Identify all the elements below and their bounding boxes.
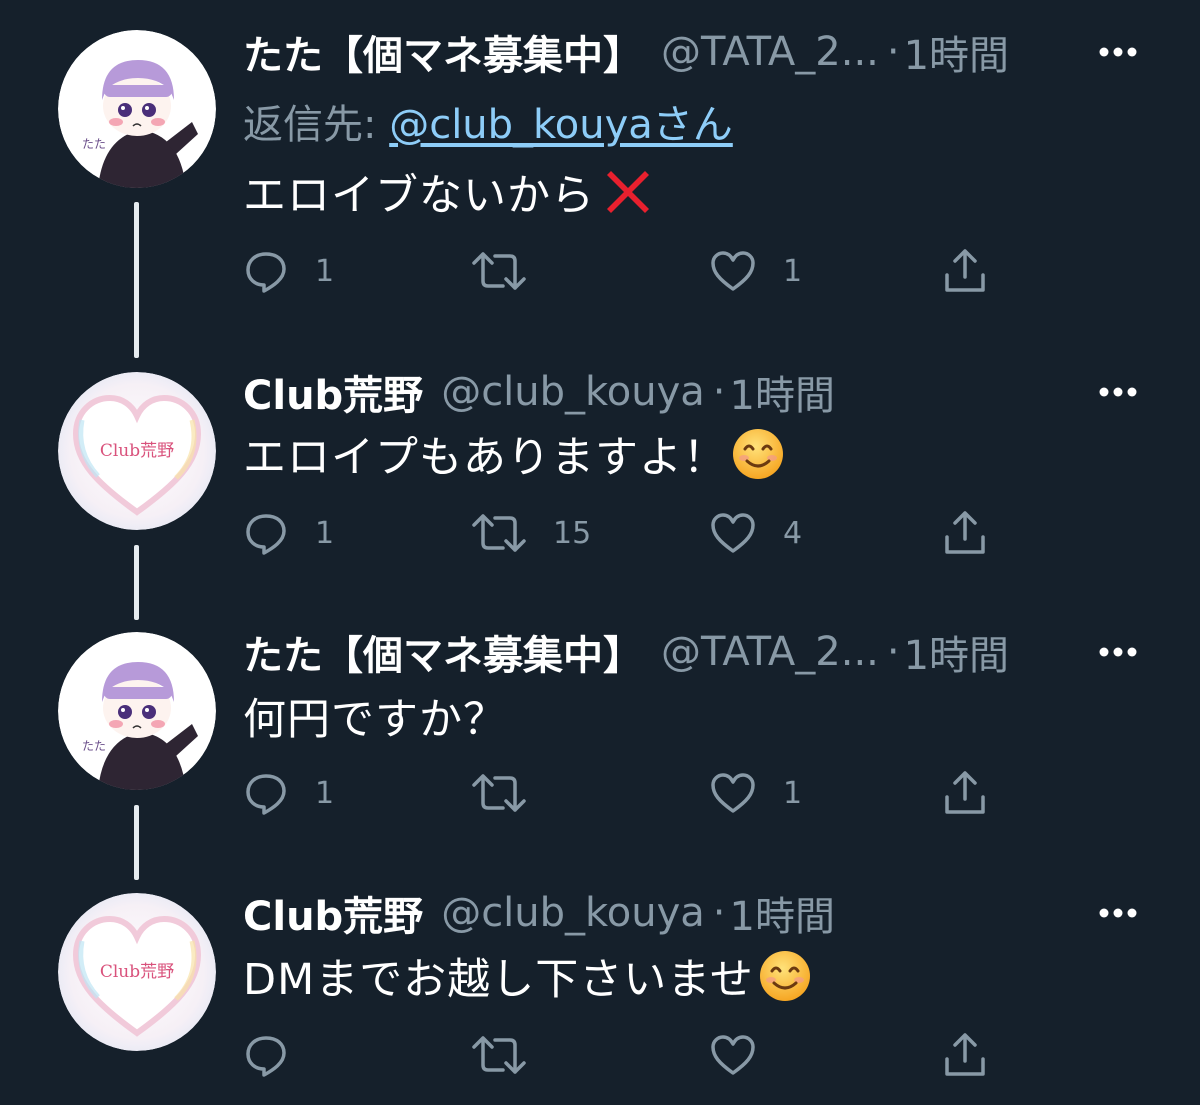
retweet-button[interactable]	[471, 1030, 553, 1080]
share-icon	[945, 1033, 985, 1076]
tweet-text: DMまでお越し下さいませ	[243, 944, 812, 1008]
tweet-actions	[243, 1030, 1003, 1080]
tweet[interactable]: Club荒野 Club荒野 @club_kouya · 1時間 DMまでお越し下…	[0, 0, 1200, 1105]
retweet-icon	[472, 1036, 526, 1074]
more-options-button[interactable]	[1098, 903, 1138, 923]
username[interactable]: @club_kouya	[441, 890, 705, 936]
smiling-face-icon	[759, 951, 810, 1001]
like-button[interactable]	[709, 1030, 783, 1080]
separator-dot: ·	[712, 890, 726, 936]
svg-text:Club荒野: Club荒野	[100, 962, 174, 982]
display-name[interactable]: Club荒野	[243, 884, 423, 942]
reply-button[interactable]	[243, 1030, 315, 1080]
reply-icon	[246, 1036, 286, 1077]
more-dots-icon	[1099, 908, 1137, 918]
tweet-header: Club荒野 @club_kouya · 1時間	[243, 883, 835, 943]
tweet-text-content: DMまでお越し下さいませ	[243, 955, 754, 1005]
heart-icon	[711, 1035, 755, 1075]
timestamp[interactable]: 1時間	[730, 884, 835, 942]
share-button[interactable]	[941, 1030, 989, 1080]
avatar-club-kouya[interactable]: Club荒野	[58, 893, 216, 1051]
